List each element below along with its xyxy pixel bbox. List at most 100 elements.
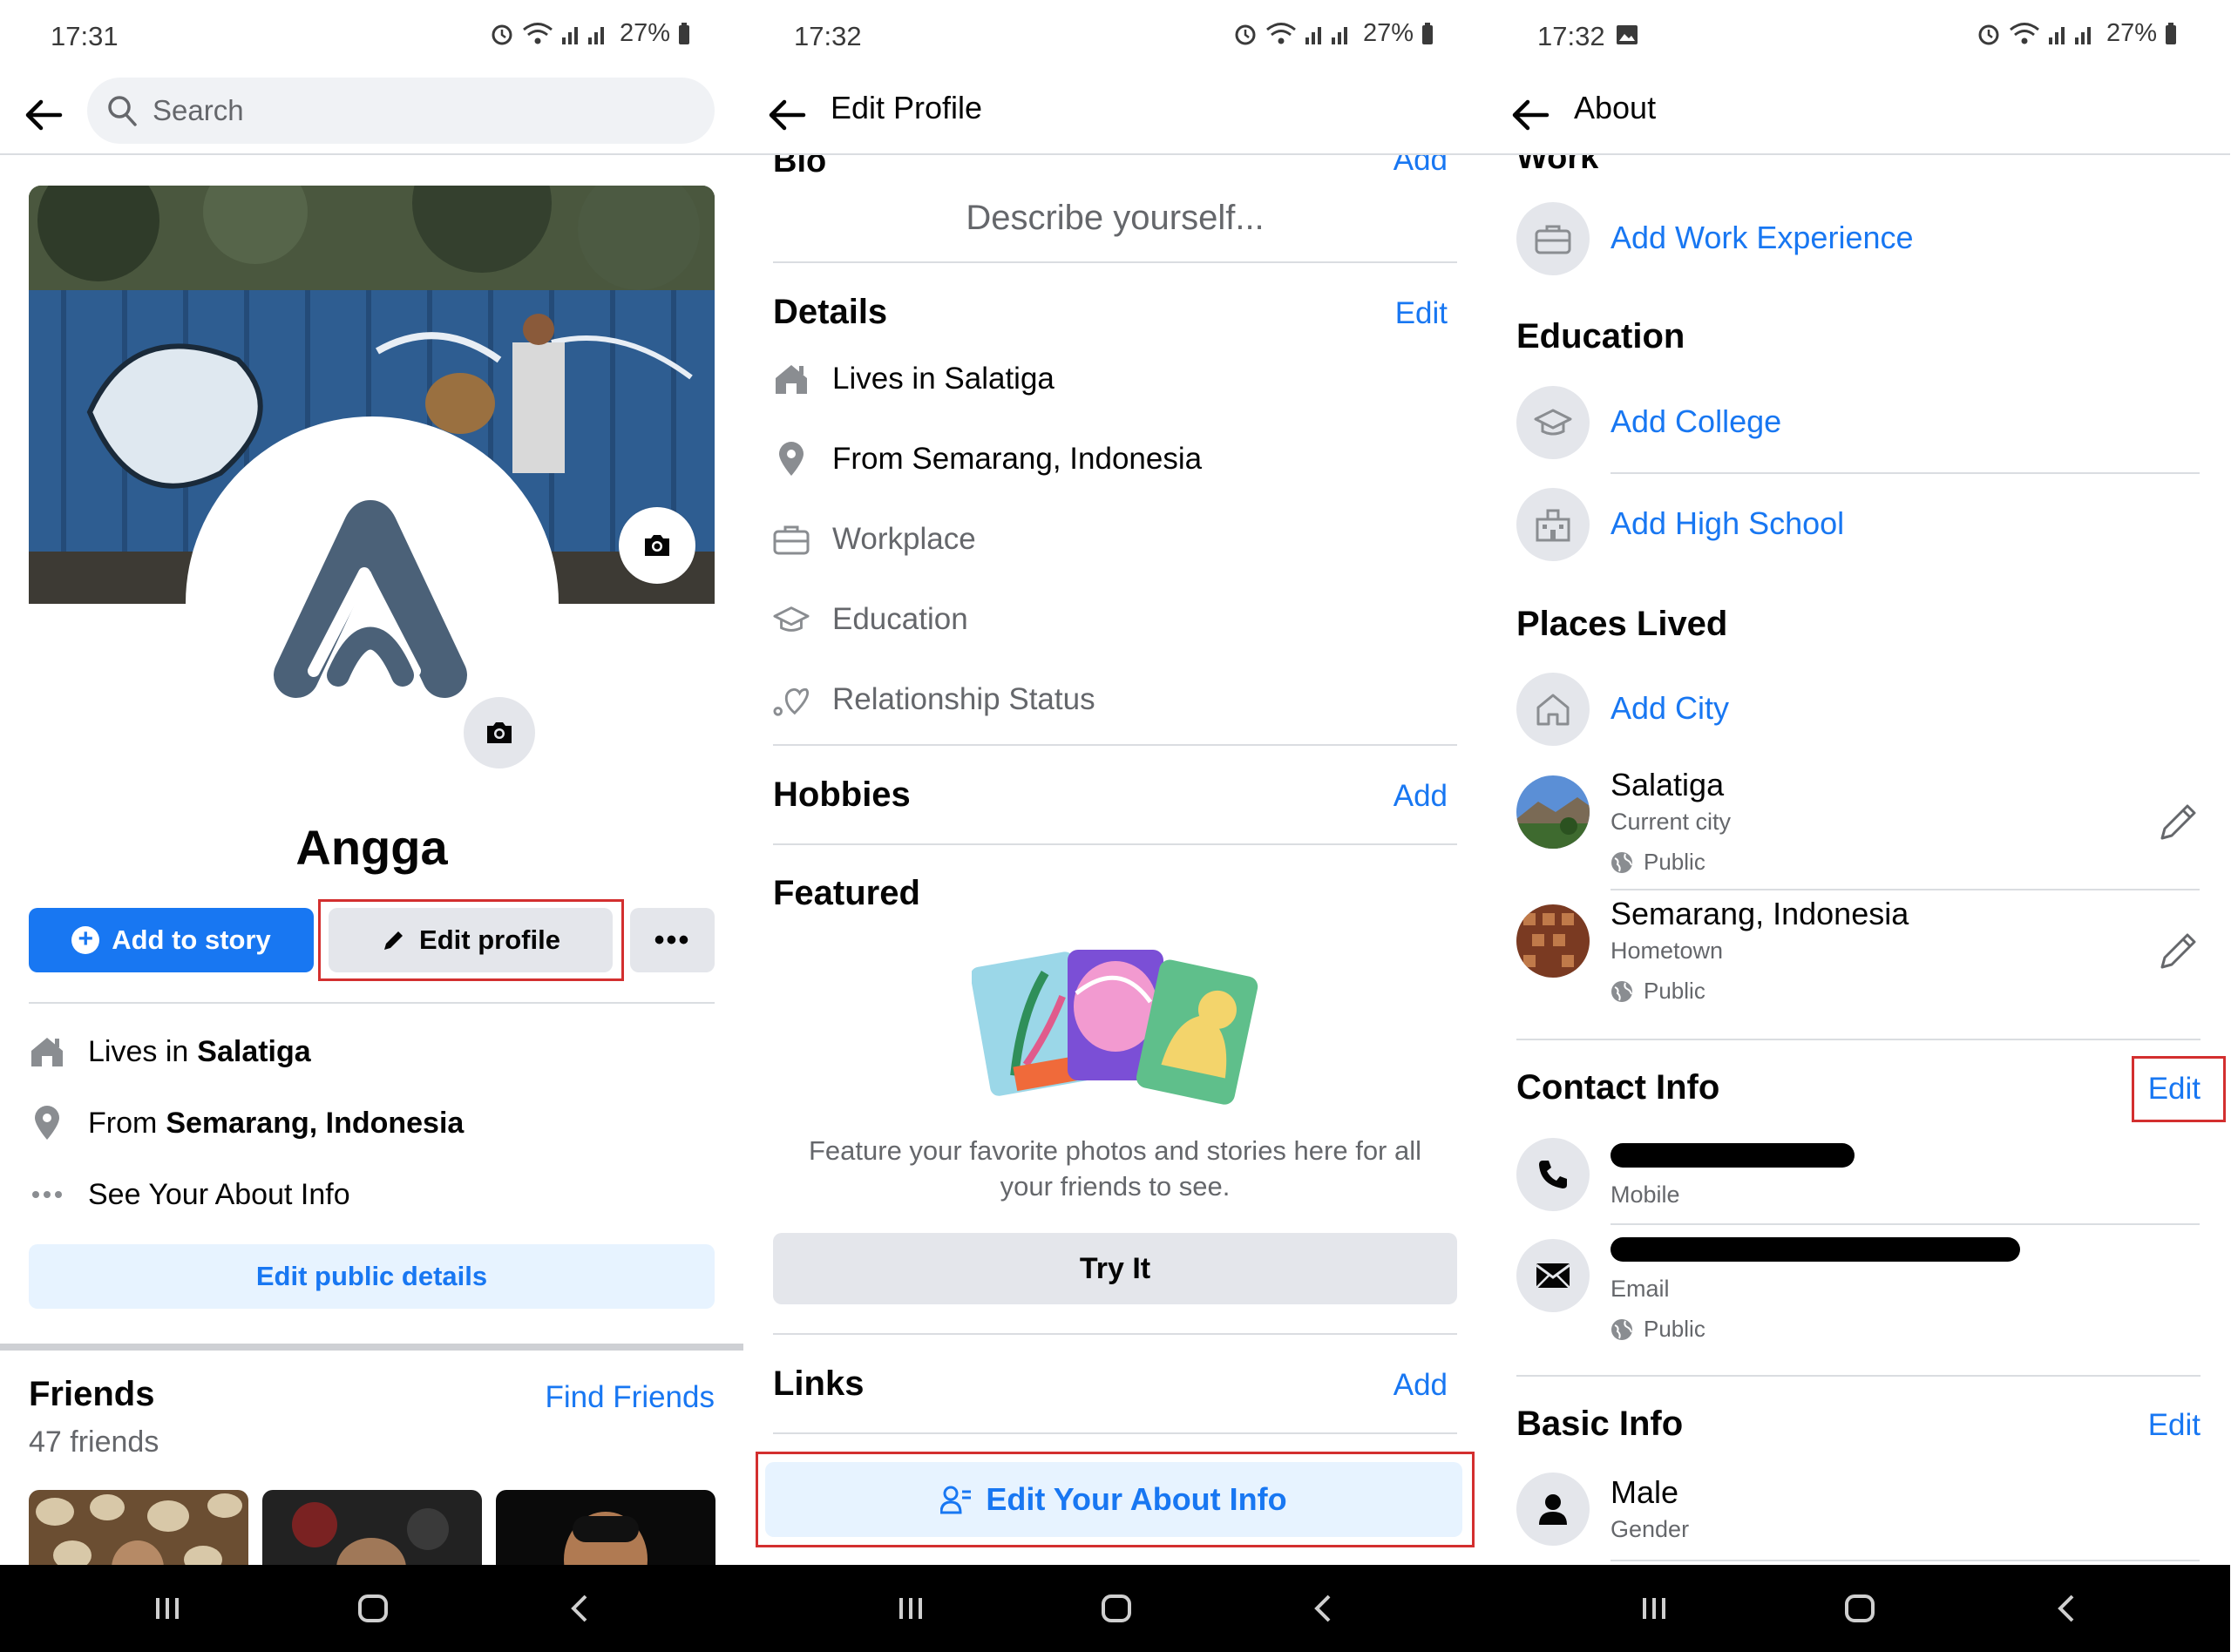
home-button-icon[interactable] <box>1099 1591 1134 1626</box>
recents-icon[interactable] <box>1639 1591 1669 1626</box>
profile-screen: 17:31 27% Search Angga + Add to story Ed… <box>0 0 743 1652</box>
phone-icon <box>1516 1138 1590 1211</box>
mobile-label: Mobile <box>1611 1181 1680 1208</box>
avatar-camera-button[interactable] <box>460 694 539 772</box>
details-edit-link[interactable]: Edit <box>1395 296 1448 331</box>
back-button-icon[interactable] <box>566 1591 593 1626</box>
battery-icon <box>2166 22 2176 44</box>
home-outline-icon <box>1516 673 1590 746</box>
places-lived-title: Places Lived <box>1516 605 1728 643</box>
status-icons: 27% <box>1232 19 1434 48</box>
signal-icon <box>2048 26 2091 44</box>
place-name: Semarang, Indonesia <box>1611 896 1909 931</box>
envelope-icon <box>1516 1239 1590 1312</box>
wifi-icon <box>1266 22 1296 44</box>
detail-workplace[interactable]: Workplace <box>773 521 976 558</box>
place-type: Current city <box>1611 809 1732 835</box>
add-work-link[interactable]: Add Work Experience <box>1611 220 1914 256</box>
detail-relationship[interactable]: Relationship Status <box>773 681 1095 718</box>
add-college-link[interactable]: Add College <box>1611 403 1781 440</box>
image-notification-icon <box>1617 25 1638 44</box>
status-time: 17:32 <box>794 21 862 51</box>
android-nav-bar <box>1487 1565 2230 1652</box>
from-row: From Semarang, Indonesia <box>29 1105 464 1141</box>
status-icons: 27% <box>1976 19 2178 48</box>
add-city-link[interactable]: Add City <box>1611 690 1729 727</box>
email-label: Email <box>1611 1276 1670 1302</box>
battery-text: 27% <box>2106 19 2157 47</box>
edit-profile-header: Edit Profile <box>743 74 1487 155</box>
alarm-icon <box>492 24 512 44</box>
profile-name: Angga <box>295 820 448 875</box>
divider <box>29 1002 715 1004</box>
featured-text-line1: Feature your favorite photos and stories… <box>808 1135 1422 1166</box>
find-friends-link[interactable]: Find Friends <box>545 1380 715 1415</box>
lives-in-row: Lives in Salatiga <box>29 1033 311 1070</box>
home-button-icon[interactable] <box>356 1591 390 1626</box>
back-button-icon[interactable] <box>1310 1591 1336 1626</box>
recents-icon[interactable] <box>153 1591 182 1626</box>
lives-prefix: Lives in <box>88 1034 189 1068</box>
bio-placeholder[interactable]: Describe yourself... <box>743 199 1487 238</box>
divider <box>773 843 1457 845</box>
add-high-school-link[interactable]: Add High School <box>1611 505 1844 542</box>
try-it-button[interactable]: Try It <box>773 1233 1457 1304</box>
ellipsis-icon <box>29 1176 65 1213</box>
detail-label: Lives in Salatiga <box>832 362 1054 396</box>
place-photo-semarang <box>1516 904 1590 978</box>
home-button-icon[interactable] <box>1842 1591 1877 1626</box>
redacted-phone <box>1611 1143 1855 1168</box>
back-arrow-icon[interactable] <box>1509 93 1552 137</box>
recents-icon[interactable] <box>896 1591 926 1626</box>
basic-info-edit-link[interactable]: Edit <box>2148 1408 2200 1443</box>
detail-label: Workplace <box>832 522 976 556</box>
search-input[interactable] <box>153 78 675 144</box>
about-header: About <box>1487 74 2230 155</box>
globe-icon <box>1611 851 1632 873</box>
location-pin-icon <box>773 441 810 477</box>
status-icons: 27% <box>489 19 691 48</box>
cover-camera-button[interactable] <box>619 507 695 584</box>
android-nav-bar <box>743 1565 1487 1652</box>
privacy-label: Public <box>1644 1316 1705 1342</box>
hobbies-title: Hobbies <box>773 775 911 814</box>
hobbies-add-link[interactable]: Add <box>1394 779 1448 814</box>
signal-icon <box>1305 26 1347 44</box>
lives-value: Salatiga <box>197 1034 311 1068</box>
see-about-row[interactable]: See Your About Info <box>29 1176 350 1213</box>
divider <box>1611 472 2200 474</box>
detail-education[interactable]: Education <box>773 601 968 638</box>
divider <box>1516 1375 2200 1377</box>
camera-icon <box>645 535 669 556</box>
edit-public-details-button[interactable]: Edit public details <box>29 1244 715 1309</box>
briefcase-icon <box>1516 202 1590 275</box>
page-title: Edit Profile <box>831 90 983 125</box>
back-button-icon[interactable] <box>2053 1591 2079 1626</box>
search-box[interactable] <box>87 78 715 144</box>
back-arrow-icon[interactable] <box>765 93 809 137</box>
school-building-icon <box>1516 488 1590 561</box>
more-options-button[interactable]: ••• <box>630 908 715 972</box>
links-add-link[interactable]: Add <box>1394 1368 1448 1403</box>
status-time: 17:31 <box>51 21 119 51</box>
annotation-highlight-box <box>2132 1056 2226 1122</box>
globe-icon <box>1611 980 1632 1002</box>
add-to-story-label: Add to story <box>112 924 271 955</box>
home-icon <box>773 361 810 397</box>
redacted-email <box>1611 1237 2020 1262</box>
contact-info-title: Contact Info <box>1516 1068 1720 1107</box>
detail-label: From Semarang, Indonesia <box>832 442 1203 476</box>
place-privacy: Public <box>1611 978 1705 1005</box>
from-prefix: From <box>88 1106 158 1140</box>
add-to-story-button[interactable]: + Add to story <box>29 908 314 972</box>
place-type: Hometown <box>1611 938 1724 964</box>
battery-text: 27% <box>1362 19 1414 47</box>
edit-pencil-icon[interactable] <box>2155 798 2202 845</box>
divider <box>773 744 1457 746</box>
plus-circle-icon: + <box>71 926 100 954</box>
divider <box>1611 889 2200 890</box>
edit-pencil-icon[interactable] <box>2155 927 2202 974</box>
back-arrow-icon[interactable] <box>22 93 65 137</box>
person-icon <box>1516 1473 1590 1546</box>
divider <box>773 261 1457 263</box>
